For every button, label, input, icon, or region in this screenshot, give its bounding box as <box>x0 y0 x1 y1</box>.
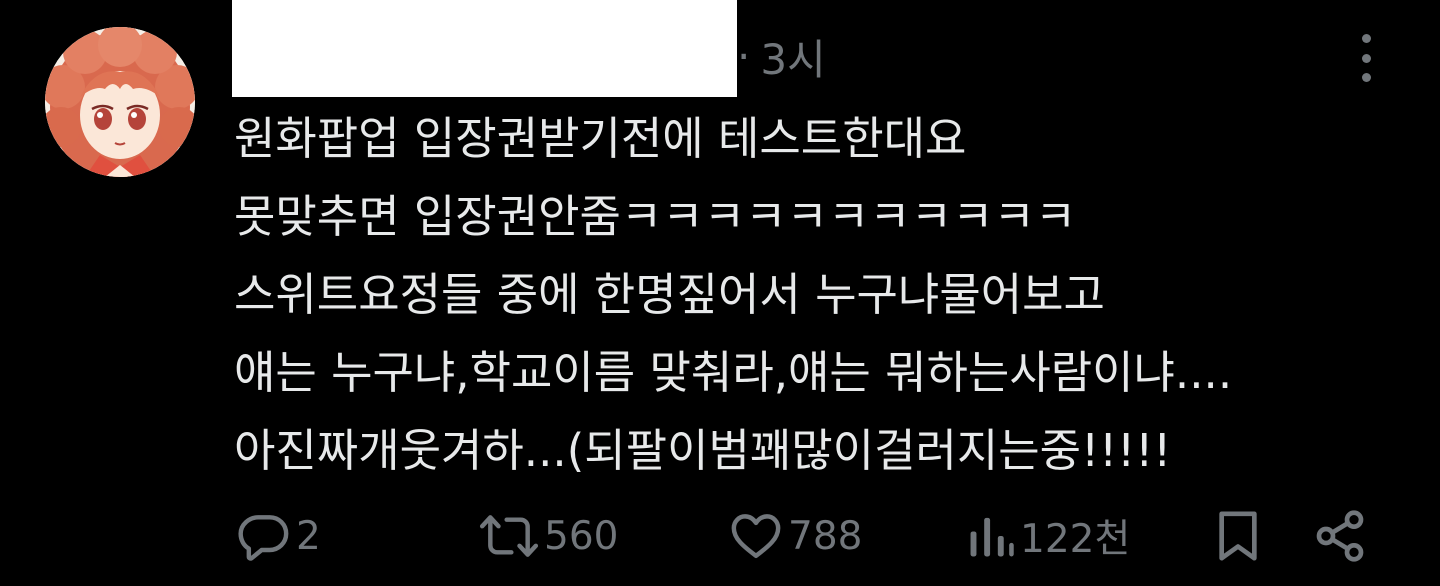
share-button[interactable] <box>1312 506 1368 566</box>
more-dot <box>1361 34 1371 43</box>
like-count: 788 <box>788 513 863 559</box>
more-dot <box>1361 73 1371 82</box>
repost-icon <box>479 515 539 557</box>
post-text-line: 아진짜개웃겨하...(되팔이범꽤많이걸러지는중!!!!! <box>234 424 1172 477</box>
post-text-line: 원화팝업 입장권받기전에 테스트한대요 <box>234 112 967 165</box>
heart-icon <box>731 514 781 559</box>
post-meta: · 3시 <box>737 30 826 84</box>
post-text-line: 스위트요정들 중에 한명짚어서 누구냐물어보고 <box>234 268 1105 321</box>
avatar[interactable] <box>45 27 195 177</box>
post: · 3시 원화팝업 입장권받기전에 테스트한대요 못맞추면 입장권안줌ㅋㅋㅋㅋㅋ… <box>0 0 1440 586</box>
reply-icon <box>238 515 289 561</box>
share-icon <box>1316 510 1364 562</box>
reply-button[interactable]: 2 <box>236 506 321 566</box>
time-separator: · <box>737 31 751 81</box>
repost-button[interactable]: 560 <box>478 506 618 566</box>
post-text-line: 못맞추면 입장권안줌ㅋㅋㅋㅋㅋㅋㅋㅋㅋㅋㅋ <box>234 190 1077 243</box>
views-icon <box>970 517 1014 557</box>
repost-count: 560 <box>544 513 619 559</box>
action-bar: 2 560 788 122천 <box>0 506 1440 566</box>
like-button[interactable]: 788 <box>728 506 862 566</box>
views-button[interactable]: 122천 <box>966 506 1130 566</box>
bookmark-icon <box>1219 511 1257 561</box>
bookmark-button[interactable] <box>1214 506 1262 566</box>
post-text: 원화팝업 입장권받기전에 테스트한대요 못맞추면 입장권안줌ㅋㅋㅋㅋㅋㅋㅋㅋㅋㅋ… <box>234 100 1414 490</box>
more-options-icon[interactable] <box>1352 34 1380 82</box>
reply-count: 2 <box>296 513 321 559</box>
more-dot <box>1361 53 1371 63</box>
author-name-redacted <box>232 0 737 97</box>
views-count: 122천 <box>1020 517 1131 562</box>
post-text-line: 얘는 누구냐,학교이름 맞춰라,얘는 뭐하는사람이냐.... <box>234 346 1233 399</box>
post-time[interactable]: 3시 <box>760 26 825 87</box>
